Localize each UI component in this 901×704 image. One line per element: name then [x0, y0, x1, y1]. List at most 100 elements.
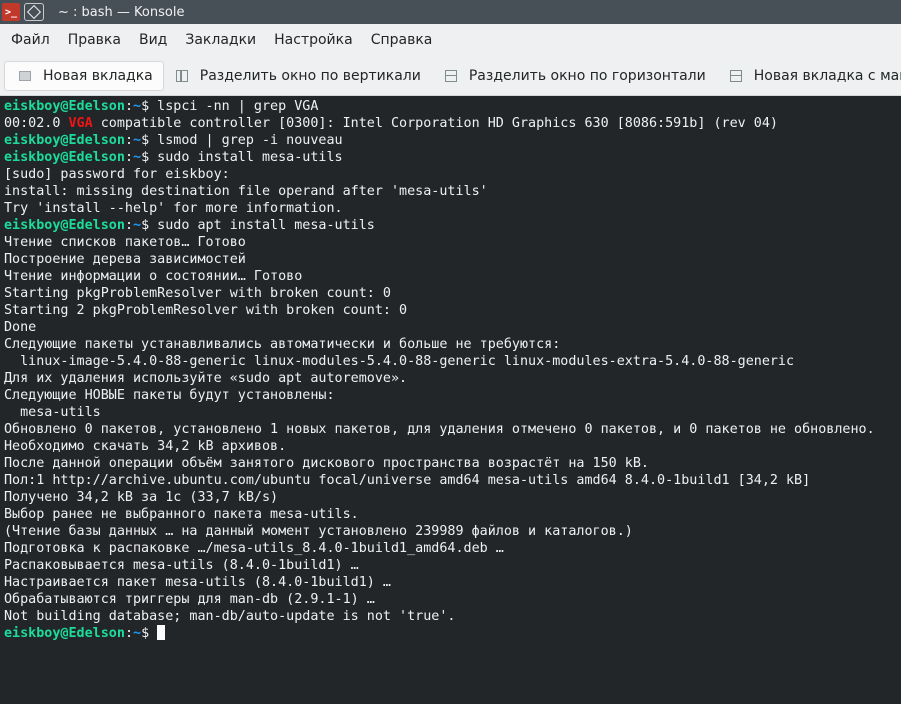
- new-tab-layout-label: Новая вкладка с макетом 2: [753, 68, 901, 84]
- terminal-line: Обрабатываются триггеры для man-db (2.9.…: [4, 591, 897, 608]
- terminal-app-icon[interactable]: >_: [2, 3, 20, 21]
- konsole-window: >_ ~ : bash — Konsole Файл Правка Вид За…: [0, 0, 901, 704]
- terminal-line: После данной операции объём занятого дис…: [4, 455, 897, 472]
- prompt-symbol: $: [141, 626, 150, 641]
- output-text: Try 'install --help' for more informatio…: [4, 201, 343, 216]
- command-text: sudo apt install mesa-utils: [149, 218, 375, 233]
- output-text: Not building database; man-db/auto-updat…: [4, 609, 456, 624]
- split-horizontal-label: Разделить окно по горизонтали: [468, 68, 706, 84]
- layout-icon: [729, 70, 742, 82]
- new-tab-label: Новая вкладка: [43, 68, 153, 84]
- terminal-line: mesa-utils: [4, 404, 897, 421]
- split-horizontal-icon: [444, 70, 457, 82]
- output-text: Для их удаления используйте «sudo apt au…: [4, 371, 408, 386]
- prompt-user-host: eiskboy@Edelson: [4, 626, 125, 641]
- terminal-line: Выбор ранее не выбранного пакета mesa-ut…: [4, 506, 897, 523]
- terminal-line: install: missing destination file operan…: [4, 183, 897, 200]
- output-text: mesa-utils: [4, 405, 101, 420]
- split-horizontal-button[interactable]: Разделить окно по горизонтали: [433, 57, 718, 95]
- terminal-line: Следующие НОВЫЕ пакеты будут установлены…: [4, 387, 897, 404]
- menu-settings[interactable]: Настройка: [265, 24, 362, 57]
- prompt-separator: :: [124, 626, 133, 641]
- output-text: Пол:1 http://archive.ubuntu.com/ubuntu f…: [4, 473, 811, 488]
- command-text: lsmod | grep -i nouveau: [149, 133, 343, 148]
- output-text: Чтение информации о состоянии… Готово: [4, 269, 303, 284]
- output-text: Starting 2 pkgProblemResolver with broke…: [4, 303, 408, 318]
- title-bar[interactable]: >_ ~ : bash — Konsole: [0, 0, 901, 24]
- text-cursor: [157, 625, 166, 640]
- toolbar: Новая вкладка Разделить окно по вертикал…: [0, 57, 901, 96]
- terminal-line: Настраивается пакет mesa-utils (8.4.0-1b…: [4, 574, 897, 591]
- terminal-prompt-line: eiskboy@Edelson:~$ sudo apt install mesa…: [4, 217, 897, 234]
- split-vertical-label: Разделить окно по вертикали: [199, 68, 421, 84]
- terminal-line: Следующие пакеты устанавливались автомат…: [4, 336, 897, 353]
- new-tab-layout-button[interactable]: Новая вкладка с макетом 2: [718, 57, 901, 95]
- prompt-user-host: eiskboy@Edelson: [4, 133, 125, 148]
- prompt-path: ~: [133, 218, 142, 233]
- prompt-separator: :: [124, 99, 133, 114]
- output-text: [sudo] password for eiskboy:: [4, 167, 230, 182]
- prompt-user-host: eiskboy@Edelson: [4, 218, 125, 233]
- terminal-line: (Чтение базы данных … на данный момент у…: [4, 523, 897, 540]
- terminal-line: Done: [4, 319, 897, 336]
- output-text: Построение дерева зависимостей: [4, 252, 246, 267]
- terminal-line: Чтение информации о состоянии… Готово: [4, 268, 897, 285]
- window-title: ~ : bash — Konsole: [58, 4, 185, 20]
- menu-help[interactable]: Справка: [362, 24, 442, 57]
- output-text: 00:02.0: [4, 116, 69, 131]
- menu-file[interactable]: Файл: [2, 24, 59, 57]
- prompt-symbol: $: [141, 99, 150, 114]
- terminal-line: [sudo] password for eiskboy:: [4, 166, 897, 183]
- terminal-prompt-line: eiskboy@Edelson:~$ sudo install mesa-uti…: [4, 149, 897, 166]
- menu-edit[interactable]: Правка: [59, 24, 130, 57]
- terminal-line: Чтение списков пакетов… Готово: [4, 234, 897, 251]
- terminal-line: Для их удаления используйте «sudo apt au…: [4, 370, 897, 387]
- output-text: Настраивается пакет mesa-utils (8.4.0-1b…: [4, 575, 391, 590]
- terminal-line: Получено 34,2 kB за 1с (33,7 kB/s): [4, 489, 897, 506]
- new-tab-button[interactable]: Новая вкладка: [4, 61, 164, 91]
- output-text: Необходимо скачать 34,2 kB архивов.: [4, 439, 287, 454]
- prompt-separator: :: [124, 133, 133, 148]
- output-text: Выбор ранее не выбранного пакета mesa-ut…: [4, 507, 359, 522]
- terminal-line: Пол:1 http://archive.ubuntu.com/ubuntu f…: [4, 472, 897, 489]
- terminal-line: Построение дерева зависимостей: [4, 251, 897, 268]
- output-text: Распаковывается mesa-utils (8.4.0-1build…: [4, 558, 359, 573]
- terminal-line: Обновлено 0 пакетов, установлено 1 новых…: [4, 421, 897, 438]
- terminal-line: Необходимо скачать 34,2 kB архивов.: [4, 438, 897, 455]
- output-text: Обновлено 0 пакетов, установлено 1 новых…: [4, 422, 875, 437]
- menu-view[interactable]: Вид: [130, 24, 176, 57]
- prompt-user-host: eiskboy@Edelson: [4, 150, 125, 165]
- prompt-path: ~: [133, 626, 142, 641]
- prompt-user-host: eiskboy@Edelson: [4, 99, 125, 114]
- split-vertical-icon: [175, 70, 188, 82]
- output-text: Следующие НОВЫЕ пакеты будут установлены…: [4, 388, 335, 403]
- terminal-output[interactable]: eiskboy@Edelson:~$ lspci -nn | grep VGA 0…: [0, 96, 901, 704]
- terminal-prompt-line: eiskboy@Edelson:~$ lspci -nn | grep VGA: [4, 98, 897, 115]
- terminal-line: 00:02.0 VGA compatible controller [0300]…: [4, 115, 897, 132]
- output-text: Следующие пакеты устанавливались автомат…: [4, 337, 561, 352]
- split-vertical-button[interactable]: Разделить окно по вертикали: [164, 57, 433, 95]
- output-text: Обрабатываются триггеры для man-db (2.9.…: [4, 592, 375, 607]
- terminal-prompt-line: eiskboy@Edelson:~$ lsmod | grep -i nouve…: [4, 132, 897, 149]
- prompt-separator: :: [124, 150, 133, 165]
- output-text: (Чтение базы данных … на данный момент у…: [4, 524, 633, 539]
- prompt-path: ~: [133, 99, 142, 114]
- output-text: compatible controller [0300]: Intel Corp…: [92, 116, 778, 131]
- command-text: lspci -nn | grep VGA: [149, 99, 319, 114]
- prompt-symbol: $: [141, 150, 150, 165]
- output-text: После данной операции объём занятого дис…: [4, 456, 649, 471]
- prompt-symbol: $: [141, 133, 150, 148]
- prompt-symbol: $: [141, 218, 150, 233]
- output-text: Done: [4, 320, 37, 335]
- new-tab-icon: [19, 71, 31, 81]
- terminal-line: Starting 2 pkgProblemResolver with broke…: [4, 302, 897, 319]
- terminal-line: Try 'install --help' for more informatio…: [4, 200, 897, 217]
- keep-above-icon[interactable]: [24, 3, 44, 21]
- output-text: Starting pkgProblemResolver with broken …: [4, 286, 391, 301]
- grep-match: VGA: [68, 116, 93, 131]
- terminal-line: linux-image-5.4.0-88-generic linux-modul…: [4, 353, 897, 370]
- menu-bookmarks[interactable]: Закладки: [176, 24, 265, 57]
- output-text: Подготовка к распаковке …/mesa-utils_8.4…: [4, 541, 504, 556]
- menu-bar: Файл Правка Вид Закладки Настройка Справ…: [0, 24, 901, 57]
- terminal-line: Распаковывается mesa-utils (8.4.0-1build…: [4, 557, 897, 574]
